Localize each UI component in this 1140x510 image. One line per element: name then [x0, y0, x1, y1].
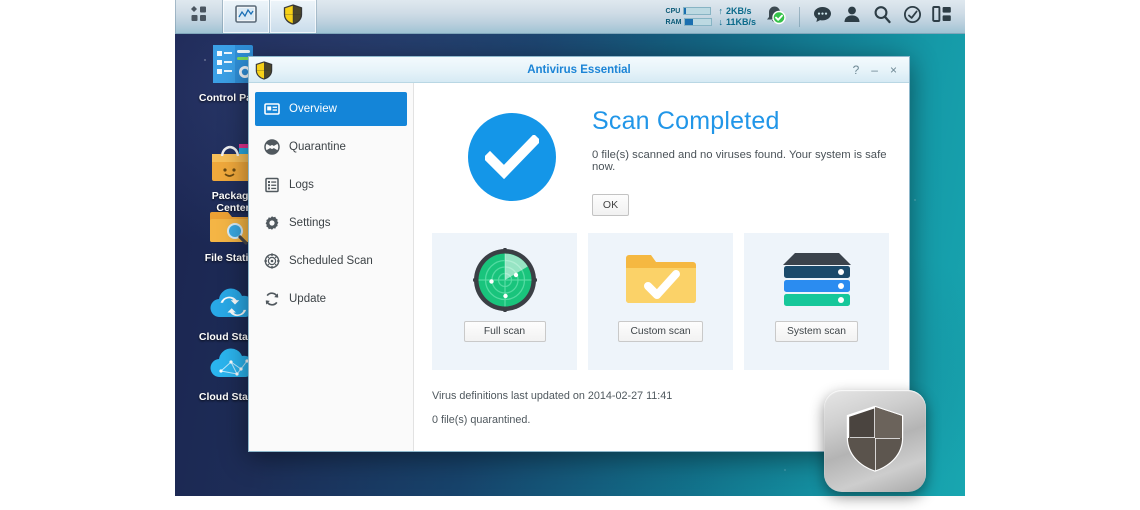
- download-arrow-icon: ↓: [718, 16, 723, 27]
- sidebar-item-logs[interactable]: Logs: [255, 168, 407, 202]
- taskbar-widgets-button[interactable]: [927, 0, 957, 33]
- download-speed: 11KB/s: [725, 16, 756, 27]
- window-title: Antivirus Essential: [527, 63, 631, 76]
- sidebar-item-label: Scheduled Scan: [289, 255, 373, 267]
- window-minimize-button[interactable]: –: [871, 64, 878, 76]
- overview-footer: Virus definitions last updated on 2014-0…: [432, 390, 889, 426]
- sidebar-item-overview[interactable]: Overview: [255, 92, 407, 126]
- full-scan-button[interactable]: Full scan: [463, 321, 546, 342]
- widget-panel-icon: [932, 5, 952, 28]
- screen: Control Panel Package Center File Statio…: [0, 0, 1140, 510]
- ok-button[interactable]: OK: [592, 194, 629, 216]
- taskbar-main-menu-button[interactable]: [175, 0, 223, 33]
- chart-monitor-icon: [235, 4, 257, 29]
- cpu-meter: [683, 7, 712, 15]
- taskbar-left-buttons: [175, 0, 317, 33]
- upload-speed: 2KB/s: [725, 5, 752, 16]
- taskbar-chat-button[interactable]: [807, 0, 837, 33]
- ram-label: RAM: [665, 18, 682, 26]
- taskbar-antivirus-button[interactable]: [270, 0, 317, 33]
- sidebar-navigation: Overview Quarantine Logs Settings Schedu…: [249, 83, 414, 451]
- target-scan-icon: [264, 253, 280, 269]
- quarantined-files-text: 0 file(s) quarantined.: [432, 414, 531, 426]
- user-account-icon: [843, 5, 861, 29]
- scan-status-icon-wrap: [432, 105, 592, 201]
- window-body: Overview Quarantine Logs Settings Schedu…: [249, 83, 909, 451]
- scan-status-description: 0 file(s) scanned and no viruses found. …: [592, 149, 887, 173]
- window-close-button[interactable]: ×: [890, 64, 897, 76]
- cpu-label: CPU: [665, 7, 681, 15]
- card-custom-scan[interactable]: Custom scan: [588, 233, 733, 370]
- taskbar-status-button[interactable]: [897, 0, 927, 33]
- taskbar-spacer: [317, 0, 660, 33]
- custom-scan-button[interactable]: Custom scan: [618, 321, 703, 342]
- network-speed-widget: ↑ 2KB/s ↓ 11KB/s: [718, 6, 756, 28]
- server-stack-icon: [779, 245, 855, 315]
- taskbar: CPU RAM ↑ 2KB/s ↓ 11KB/s: [175, 0, 965, 34]
- sidebar-item-label: Update: [289, 293, 327, 305]
- antivirus-window: Antivirus Essential ? – × Overview Quara…: [248, 56, 910, 452]
- virus-definitions-text: Virus definitions last updated on 2014-0…: [432, 390, 673, 402]
- sidebar-item-update[interactable]: Update: [255, 282, 407, 316]
- status-check-icon: [903, 5, 922, 29]
- check-circle-icon: [468, 113, 556, 201]
- shield-icon: [283, 3, 303, 30]
- gear-icon: [264, 215, 280, 231]
- logs-list-icon: [264, 177, 280, 193]
- sidebar-item-label: Settings: [289, 217, 331, 229]
- upload-arrow-icon: ↑: [718, 5, 723, 16]
- chat-bubble-icon: [813, 5, 832, 29]
- window-shield-icon: [255, 60, 273, 80]
- sidebar-item-label: Logs: [289, 179, 314, 191]
- window-controls: ? – ×: [853, 64, 909, 76]
- notification-bell-icon[interactable]: [762, 3, 786, 30]
- scan-status-text: Scan Completed 0 file(s) scanned and no …: [592, 105, 889, 216]
- radar-icon: [471, 245, 539, 315]
- window-titlebar[interactable]: Antivirus Essential ? – ×: [249, 57, 909, 83]
- folder-check-icon: [623, 245, 699, 315]
- taskbar-user-button[interactable]: [837, 0, 867, 33]
- sidebar-item-scheduled-scan[interactable]: Scheduled Scan: [255, 244, 407, 278]
- sidebar-item-label: Quarantine: [289, 141, 346, 153]
- grid-squares-icon: [189, 4, 209, 29]
- taskbar-right-area: CPU RAM ↑ 2KB/s ↓ 11KB/s: [660, 0, 965, 33]
- refresh-icon: [264, 291, 280, 307]
- antivirus-essential-app-icon[interactable]: [824, 390, 926, 492]
- window-help-button[interactable]: ?: [853, 64, 860, 76]
- taskbar-search-button[interactable]: [867, 0, 897, 33]
- taskbar-resource-monitor-button[interactable]: [223, 0, 270, 33]
- scan-status-row: Scan Completed 0 file(s) scanned and no …: [432, 105, 889, 216]
- overview-card-icon: [264, 101, 280, 117]
- ram-meter: [684, 18, 713, 26]
- cpu-ram-meters: CPU RAM: [666, 7, 713, 27]
- biohazard-icon: [264, 139, 280, 155]
- taskbar-resource-widget[interactable]: CPU RAM ↑ 2KB/s ↓ 11KB/s: [660, 3, 792, 30]
- shield-icon: [844, 404, 906, 479]
- scan-options-row: Full scan Custom scan System scan: [432, 233, 889, 370]
- sidebar-item-settings[interactable]: Settings: [255, 206, 407, 240]
- card-system-scan[interactable]: System scan: [744, 233, 889, 370]
- system-scan-button[interactable]: System scan: [775, 321, 858, 342]
- sidebar-item-label: Overview: [289, 103, 337, 115]
- taskbar-divider: [799, 6, 800, 27]
- search-icon: [873, 5, 892, 29]
- card-full-scan[interactable]: Full scan: [432, 233, 577, 370]
- scan-status-title: Scan Completed: [592, 107, 780, 135]
- sidebar-item-quarantine[interactable]: Quarantine: [255, 130, 407, 164]
